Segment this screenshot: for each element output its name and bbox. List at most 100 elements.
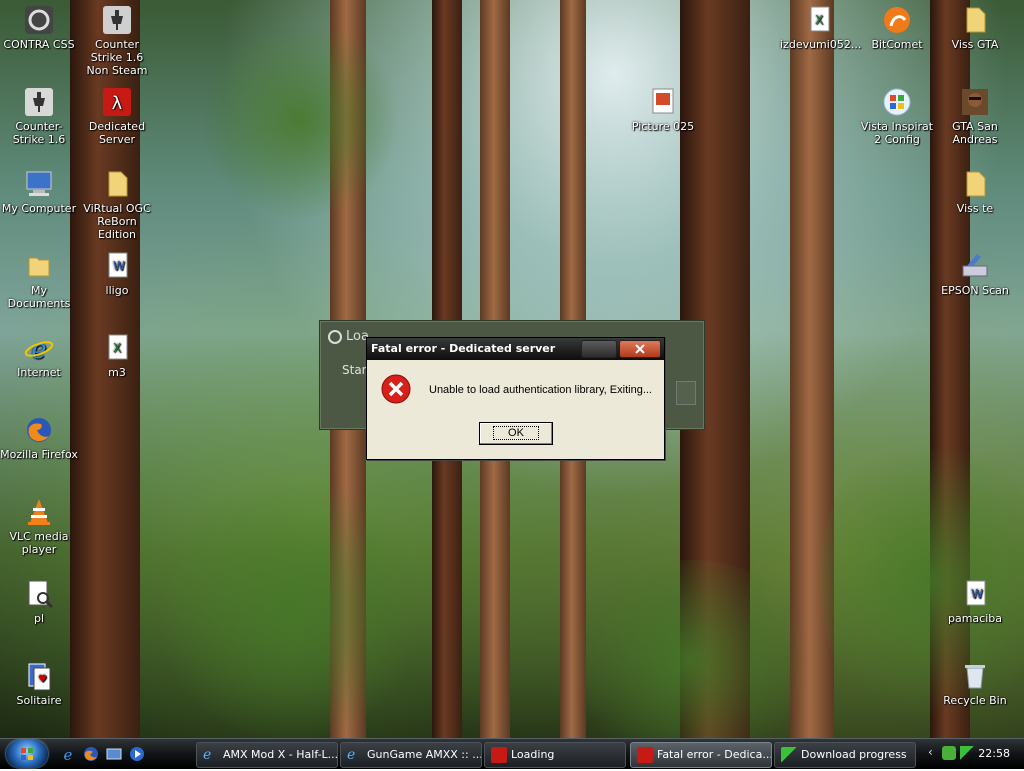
ok-button[interactable]: OK — [479, 422, 553, 445]
wallpaper-foliage — [200, 20, 400, 220]
wallpaper-foliage — [150, 480, 430, 738]
minimize-button[interactable] — [581, 340, 617, 358]
desktop-icon-viss-gta[interactable]: Viss GTA — [936, 4, 1014, 51]
desktop-icon-lligo[interactable]: W lligo — [78, 250, 156, 297]
svg-text:e: e — [31, 335, 46, 364]
icon-label: My Computer — [1, 202, 77, 215]
taskbar-button-label: GunGame AMXX :: ... — [367, 748, 482, 761]
desktop-icon-epson-scan[interactable]: EPSON Scan — [936, 250, 1014, 297]
dialog-titlebar[interactable]: Fatal error - Dedicated server — [367, 338, 664, 360]
taskbar-button-label: Loading — [511, 748, 555, 761]
ok-button-label: OK — [493, 426, 539, 440]
download-flag-icon — [781, 747, 797, 763]
tray-shield-icon[interactable] — [942, 746, 956, 760]
taskbar-button-download-progress[interactable]: Download progress — [774, 742, 916, 768]
quicklaunch-internet-explorer[interactable]: e — [60, 746, 76, 764]
icon-label: ViRtual OGC ReBorn Edition — [83, 202, 151, 241]
error-message: Unable to load authentication library, E… — [429, 384, 652, 396]
desktop-icon-virtual-ogc[interactable]: ViRtual OGC ReBorn Edition — [78, 168, 156, 241]
loading-progress-bar — [676, 381, 696, 405]
excel-document-icon: X — [810, 6, 830, 32]
icon-label: My Documents — [7, 284, 71, 310]
taskbar-button-amx-mod-x[interactable]: e AMX Mod X - Half-L... — [196, 742, 338, 768]
icon-label: Counter Strike 1.6 Non Steam — [86, 38, 148, 77]
desktop-icon-recycle-bin[interactable]: Recycle Bin — [936, 660, 1014, 707]
system-tray: ‹ 22:58 — [924, 742, 1024, 766]
folder-icon — [966, 7, 986, 33]
svg-text:W: W — [971, 587, 983, 601]
tray-download-icon[interactable] — [960, 746, 974, 760]
fatal-error-dialog[interactable]: Fatal error - Dedicated server Unable to… — [366, 337, 665, 460]
desktop-icon-my-documents[interactable]: My Documents — [0, 250, 78, 310]
icon-label: Counter-Strike 1.6 — [12, 120, 66, 146]
icon-label: lligo — [105, 284, 129, 297]
svg-text:X: X — [113, 341, 121, 355]
svg-text:e: e — [64, 746, 73, 762]
icon-label: Viss GTA — [951, 38, 999, 51]
desktop-icon-pamaciba[interactable]: W pamaciba — [936, 578, 1014, 625]
desktop-icon-picture-025[interactable]: Picture 025 — [624, 86, 702, 133]
folder-icon — [28, 257, 50, 277]
half-life-icon — [491, 747, 507, 763]
wallpaper-foliage — [560, 560, 820, 738]
steam-icon — [328, 329, 342, 344]
desktop-icon-counter-strike-non-steam[interactable]: Counter Strike 1.6 Non Steam — [78, 4, 156, 77]
desktop-icon-mozilla-firefox[interactable]: Mozilla Firefox — [0, 414, 78, 461]
close-button[interactable] — [619, 340, 661, 358]
desktop-icon-bitcomet[interactable]: BitComet — [858, 4, 936, 51]
loading-window-title: Loa — [328, 329, 369, 344]
firefox-icon — [27, 418, 51, 442]
desktop-icon-counter-strike-16[interactable]: Counter-Strike 1.6 — [0, 86, 78, 146]
close-icon — [635, 344, 645, 354]
desktop-icon-contra-css[interactable]: CONTRA CSS — [0, 4, 78, 51]
icon-label: Internet — [17, 366, 61, 379]
play-icon — [130, 747, 144, 761]
folder-icon — [966, 171, 986, 197]
computer-icon — [26, 171, 52, 196]
desktop-icon-internet[interactable]: e Internet — [0, 332, 78, 379]
desktop-icon-solitaire[interactable]: ♥ Solitaire — [0, 660, 78, 707]
desktop-icon-my-computer[interactable]: My Computer — [0, 168, 78, 215]
quicklaunch-show-desktop[interactable] — [106, 746, 122, 762]
loading-window-status: Star — [342, 363, 367, 377]
icon-label: CONTRA CSS — [3, 38, 75, 51]
svg-text:λ: λ — [112, 93, 123, 114]
desktop-icon-vlc-media-player[interactable]: VLC media player — [0, 496, 78, 556]
taskbar-button-label: AMX Mod X - Half-L... — [223, 748, 338, 761]
taskbar-button-fatal-error[interactable]: Fatal error - Dedica... — [630, 742, 772, 768]
firefox-icon — [84, 747, 98, 761]
desktop-icon-pl[interactable]: pl — [0, 578, 78, 625]
gta-character-icon — [962, 89, 988, 115]
internet-explorer-icon: e — [24, 335, 54, 364]
image-file-icon — [652, 88, 674, 114]
desktop-icon-gta-san-andreas[interactable]: GTA San Andreas — [936, 86, 1014, 146]
cs-game-icon — [25, 6, 53, 34]
icon-label: Viss te — [956, 202, 994, 215]
clock[interactable]: 22:58 — [978, 747, 1010, 760]
taskbar-button-label: Fatal error - Dedica... — [657, 748, 772, 761]
start-button[interactable] — [6, 740, 48, 768]
icon-label: pamaciba — [947, 612, 1002, 625]
icon-label: Solitaire — [16, 694, 62, 707]
icon-label: GTA San Andreas — [952, 120, 998, 146]
dialog-title: Fatal error - Dedicated server — [371, 342, 556, 355]
svg-text:♥: ♥ — [38, 674, 47, 685]
taskbar-button-loading[interactable]: Loading — [484, 742, 626, 768]
error-icon — [381, 374, 411, 404]
desktop-icon-vista-inspirat[interactable]: Vista Inspirat 2 Config — [858, 86, 936, 146]
desktop-icon-m3[interactable]: X m3 — [78, 332, 156, 379]
desktop: CONTRA CSS Counter Strike 1.6 Non Steam … — [0, 0, 1024, 738]
desktop-icon-izdevumi[interactable]: X izdevumi052... — [780, 4, 861, 51]
excel-document-icon: X — [108, 334, 128, 360]
quicklaunch-media-player[interactable] — [129, 746, 145, 762]
desktop-icon-viss-te[interactable]: Viss te — [936, 168, 1014, 215]
half-life-icon — [637, 747, 653, 763]
taskbar-button-gungame-amxx[interactable]: e GunGame AMXX :: ... — [340, 742, 482, 768]
tray-expand-icon[interactable]: ‹ — [928, 745, 933, 759]
soldier-icon — [25, 88, 53, 116]
desktop-icon-dedicated-server[interactable]: λ Dedicated Server — [78, 86, 156, 146]
quicklaunch-firefox[interactable] — [83, 746, 99, 762]
scanner-icon — [962, 254, 988, 277]
windows-logo-icon — [883, 88, 911, 116]
icon-label: VLC media player — [9, 530, 69, 556]
